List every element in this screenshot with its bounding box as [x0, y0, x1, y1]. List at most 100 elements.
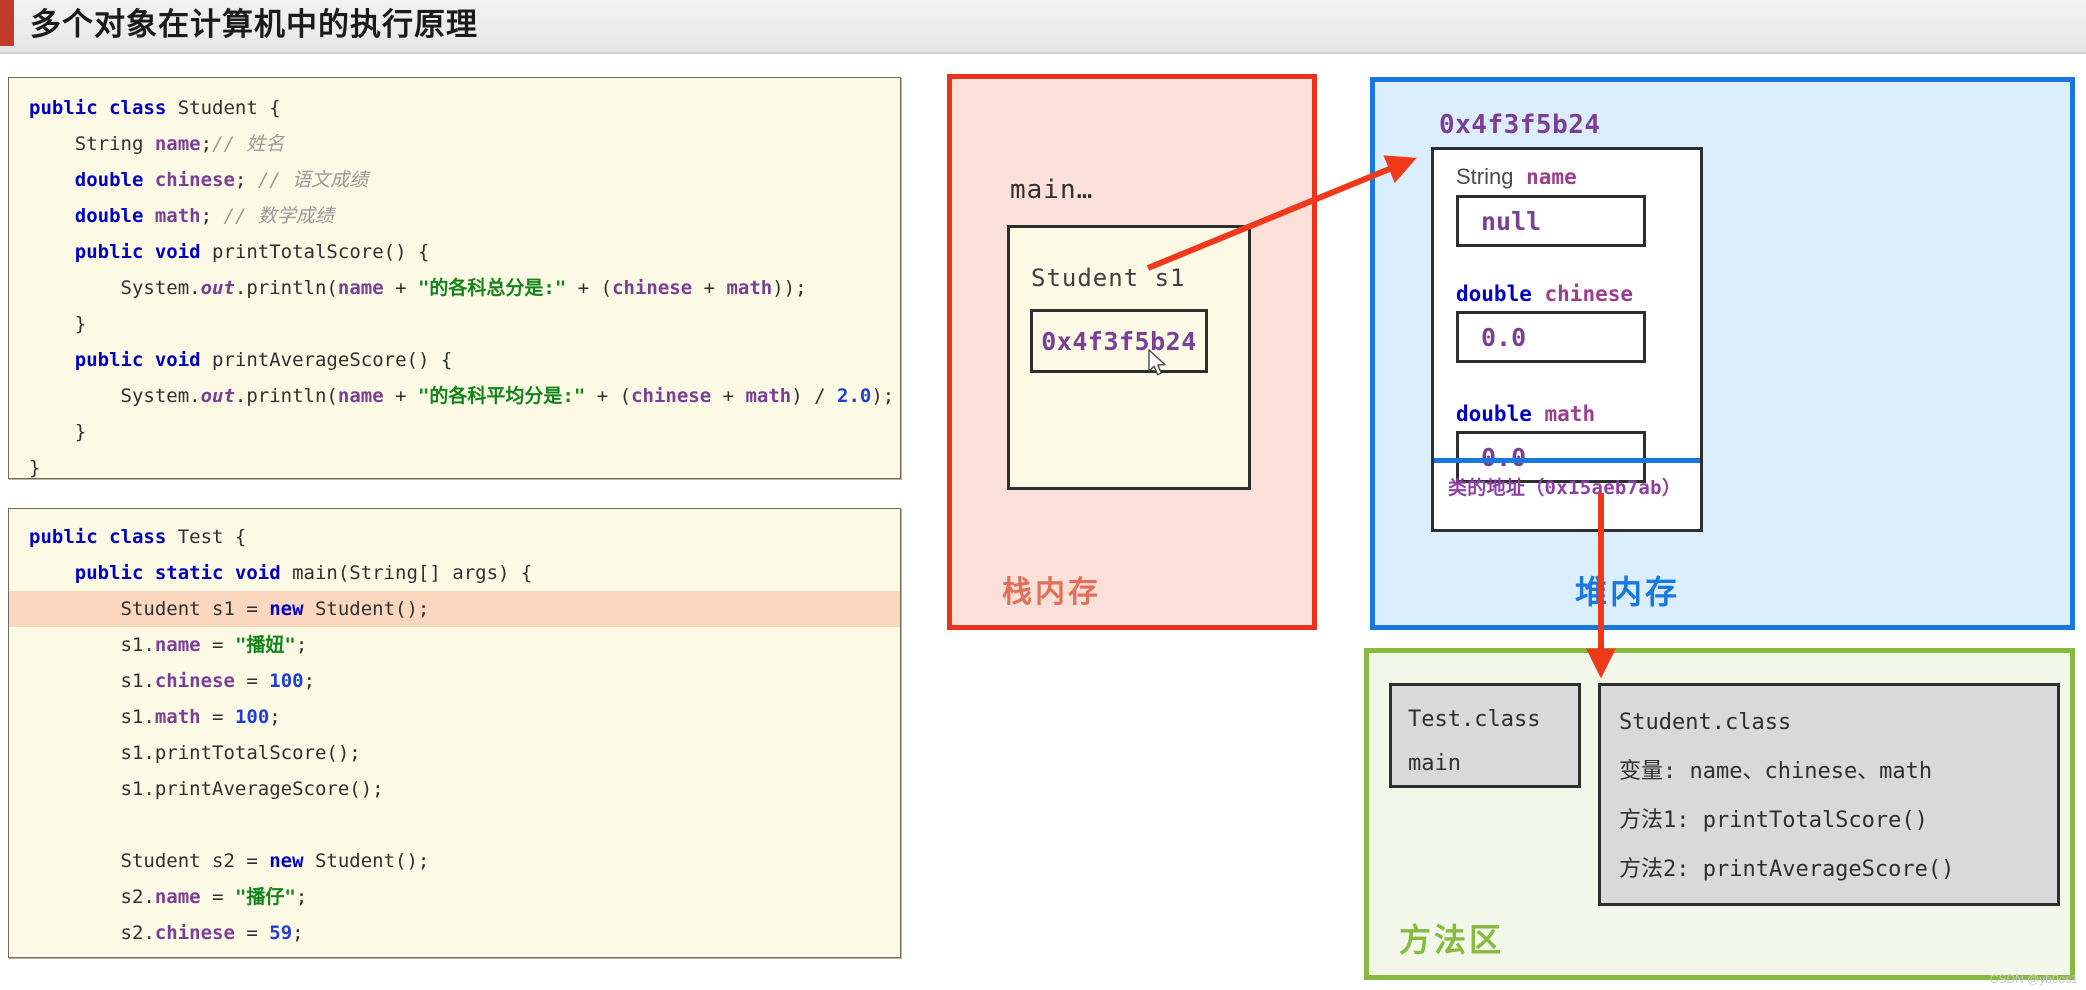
code-panel-student[interactable]: public class Student { String name;// 姓名… [8, 77, 901, 479]
heap-object-address: 0x4f3f5b24 [1439, 110, 1601, 140]
code-token: out [200, 385, 235, 407]
code-token: math [154, 205, 201, 227]
code-token: printAverageScore() { [212, 349, 453, 371]
code-line: } [29, 306, 900, 342]
code-token: name [337, 385, 384, 407]
heap-field-chinese-type: double [1456, 282, 1532, 306]
student-class-box: Student.class 变量: name、chinese、math 方法1:… [1598, 683, 2060, 906]
code-line: s2.math = 99; [29, 951, 900, 957]
code-token: chinese [154, 670, 235, 692]
code-token: + ( [566, 277, 613, 299]
code-line: s2.chinese = 59; [29, 915, 900, 951]
header-accent-bar [0, 0, 14, 46]
code-token: } [29, 457, 41, 479]
stack-memory-label: 栈内存 [1002, 576, 1101, 609]
code-token: ); [871, 385, 895, 407]
code-token: 2.0 [837, 385, 872, 407]
code-line: public class Student { [29, 90, 900, 126]
code-token: printTotalScore() { [212, 241, 430, 263]
stack-frame-box: Student s1 0x4f3f5b24 [1007, 225, 1251, 490]
watermark-text: CSDN @yb0os1 [1989, 972, 2078, 986]
code-token: = [200, 706, 235, 728]
code-token: System. [29, 277, 201, 299]
heap-memory-region: 0x4f3f5b24 String name null double chine… [1370, 77, 2075, 630]
code-token: s1. [29, 634, 155, 656]
code-token: "播仔" [234, 886, 296, 908]
code-panel-test[interactable]: public class Test { public static void m… [8, 508, 901, 958]
code-line: public class Test { [29, 519, 900, 555]
code-line: public static void main(String[] args) { [29, 555, 900, 591]
code-token: s1.printTotalScore(); [29, 742, 361, 764]
student-class-method-1: 方法1: printTotalScore() [1619, 808, 1928, 833]
heap-field-name-value: null [1481, 206, 1542, 236]
code-token: public static void [74, 562, 293, 584]
code-token: = [234, 922, 270, 944]
code-token: main(String[] args) { [292, 562, 533, 584]
student-class-method-2: 方法2: printAverageScore() [1619, 857, 1955, 882]
test-class-box: Test.class main [1389, 683, 1581, 788]
heap-field-name-value-box: null [1456, 195, 1646, 247]
code-token: ; [269, 706, 281, 728]
test-class-line: Test.class [1408, 707, 1541, 732]
method-area-region: Test.class main Student.class 变量: name、c… [1364, 648, 2075, 980]
code-token: "的各科总分是:" [417, 277, 567, 299]
code-token: 59 [269, 922, 293, 944]
code-token: s1.printAverageScore(); [29, 778, 384, 800]
stack-variable-value: 0x4f3f5b24 [1041, 326, 1197, 356]
code-token: String [29, 133, 155, 155]
code-token: math [154, 706, 201, 728]
code-token: public void [74, 241, 213, 263]
code-token: name [337, 277, 384, 299]
code-token: new [269, 850, 315, 872]
code-token: new [269, 598, 315, 620]
heap-field-math-label: double math [1456, 402, 1646, 426]
code-token: s2. [29, 886, 155, 908]
code-token: chinese [612, 277, 693, 299]
code-token: name [154, 886, 201, 908]
code-token: } [29, 421, 87, 443]
code-token: ; [200, 205, 224, 227]
heap-object-box: String name null double chinese 0.0 doub… [1431, 147, 1703, 532]
code-token: + ( [585, 385, 632, 407]
test-code-lines: public class Test { public static void m… [9, 509, 900, 957]
code-token: // 数学成绩 [223, 205, 334, 227]
code-line: s1.printTotalScore(); [29, 735, 900, 771]
heap-field-chinese-identifier: chinese [1544, 282, 1634, 306]
heap-field-name-identifier: name [1526, 165, 1577, 189]
stack-variable-declaration: Student s1 [1031, 264, 1186, 292]
code-line: s1.printAverageScore(); [29, 771, 900, 807]
heap-memory-label: 堆内存 [1575, 574, 1681, 610]
code-token: 100 [234, 706, 270, 728]
code-token: s1. [29, 670, 155, 692]
code-line: } [29, 450, 900, 479]
code-token: Student(); [314, 850, 430, 872]
code-token: class [109, 97, 178, 119]
code-token: s1. [29, 706, 155, 728]
stack-frame-name: main… [1010, 175, 1094, 205]
code-token: ; [295, 886, 308, 908]
code-token: } [29, 313, 87, 335]
code-token: double [74, 205, 155, 227]
code-token: = [234, 670, 270, 692]
student-code-lines: public class Student { String name;// 姓名… [9, 78, 900, 479]
code-token: "播妞" [234, 634, 296, 656]
code-token: chinese [631, 385, 712, 407]
code-token: Student s1 = [29, 598, 270, 620]
method-area-label: 方法区 [1399, 922, 1505, 958]
heap-field-name-type: String [1456, 164, 1514, 189]
heap-field-name: String name null [1456, 164, 1646, 247]
code-token: ; [295, 634, 308, 656]
code-token: 100 [269, 670, 304, 692]
code-line: Student s1 = new Student(); [9, 591, 900, 627]
code-line: System.out.println(name + "的各科总分是:" + (c… [29, 270, 900, 306]
code-line: String name;// 姓名 [29, 126, 900, 162]
page-header: 多个对象在计算机中的执行原理 [0, 0, 2086, 54]
heap-field-math-type: double [1456, 402, 1532, 426]
test-class-method-main: main [1408, 751, 1461, 776]
heap-field-chinese-label: double chinese [1456, 282, 1646, 306]
code-line: public void printTotalScore() { [29, 234, 900, 270]
student-class-line: Student.class [1619, 710, 1792, 735]
heap-field-name-label: String name [1456, 164, 1646, 190]
